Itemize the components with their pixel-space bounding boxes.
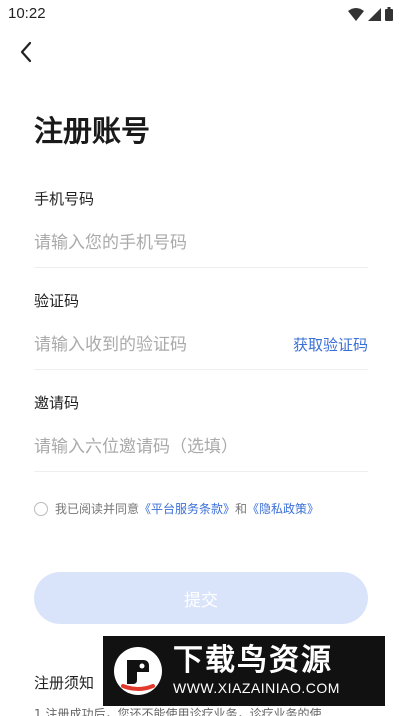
status-time: 10:22 (8, 5, 46, 22)
get-code-button[interactable]: 获取验证码 (293, 334, 368, 355)
notice-text: 1.注册成功后，您还不能使用诊疗业务，诊疗业务的使 (34, 707, 322, 716)
phone-label: 手机号码 (34, 190, 95, 208)
watermark-banner: 下载鸟资源 WWW.XIAZAINIAO.COM (103, 636, 385, 706)
code-field: 验证码 获取验证码 (34, 290, 368, 370)
page-title: 注册账号 (34, 114, 151, 148)
watermark-url: WWW.XIAZAINIAO.COM (173, 680, 340, 696)
phone-divider (34, 267, 368, 268)
wifi-icon (348, 6, 364, 25)
agreement-row: 我已阅读并同意 《平台服务条款》 和 《隐私政策》 (34, 500, 319, 517)
notice-title: 注册须知 (34, 674, 95, 692)
invite-label: 邀请码 (34, 394, 80, 412)
privacy-link[interactable]: 《隐私政策》 (247, 500, 319, 517)
invite-input[interactable] (34, 432, 354, 462)
status-icons (348, 6, 393, 25)
chevron-left-icon (19, 41, 33, 67)
agreement-and: 和 (235, 502, 248, 516)
watermark-name: 下载鸟资源 (173, 643, 333, 678)
code-input[interactable] (34, 330, 288, 360)
watermark-text: 下载鸟资源 WWW.XIAZAINIAO.COM (173, 643, 340, 697)
code-divider (34, 369, 368, 370)
phone-input[interactable] (34, 228, 288, 258)
bird-logo-icon (113, 646, 163, 696)
agreement-prefix: 我已阅读并同意 (55, 502, 140, 516)
invite-divider (34, 471, 368, 472)
battery-icon (385, 6, 393, 25)
phone-field: 手机号码 (34, 188, 368, 268)
agreement-checkbox[interactable] (34, 501, 48, 516)
terms-link[interactable]: 《平台服务条款》 (139, 500, 235, 517)
code-label: 验证码 (34, 292, 80, 310)
back-button[interactable] (12, 40, 40, 68)
signal-icon (368, 6, 381, 25)
invite-field: 邀请码 (34, 392, 368, 472)
submit-button[interactable]: 提交 (34, 572, 368, 624)
status-bar: 10:22 (0, 0, 403, 28)
